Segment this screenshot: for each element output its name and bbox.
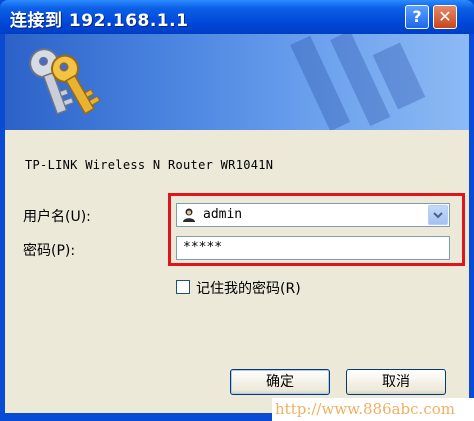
user-icon bbox=[183, 208, 195, 222]
login-dialog: 连接到 192.168.1.1 ? ✕ TP-LINK Wireless N R… bbox=[0, 0, 474, 421]
keys-icon bbox=[29, 48, 101, 115]
checkbox-icon[interactable] bbox=[176, 280, 190, 294]
cancel-button[interactable]: 取消 bbox=[346, 369, 446, 395]
window-title: 连接到 192.168.1.1 bbox=[10, 11, 189, 31]
username-dropdown-button[interactable] bbox=[428, 205, 448, 225]
router-name-text: TP-LINK Wireless N Router WR1041N bbox=[25, 158, 274, 172]
close-button[interactable]: ✕ bbox=[433, 5, 457, 29]
password-label: 密码(P): bbox=[23, 243, 76, 259]
username-label: 用户名(U): bbox=[23, 209, 91, 225]
header-banner bbox=[5, 34, 469, 130]
ok-button[interactable]: 确定 bbox=[230, 369, 330, 395]
remember-password-label[interactable]: 记住我的密码(R) bbox=[196, 278, 301, 298]
help-button[interactable]: ? bbox=[405, 5, 429, 29]
dropdown-arrow-icon bbox=[433, 212, 443, 219]
password-field[interactable]: ***** bbox=[176, 236, 450, 260]
username-combobox[interactable]: admin bbox=[176, 203, 450, 227]
title-bar[interactable]: 连接到 192.168.1.1 ? ✕ bbox=[0, 0, 474, 34]
help-icon: ? bbox=[412, 7, 422, 26]
close-icon: ✕ bbox=[438, 7, 452, 26]
watermark-url: http://www.886abc.com bbox=[272, 398, 474, 421]
dialog-body: TP-LINK Wireless N Router WR1041N 用户名(U)… bbox=[5, 130, 469, 413]
username-value: admin bbox=[203, 207, 243, 222]
banner-keys-watermark-icon bbox=[290, 34, 426, 130]
